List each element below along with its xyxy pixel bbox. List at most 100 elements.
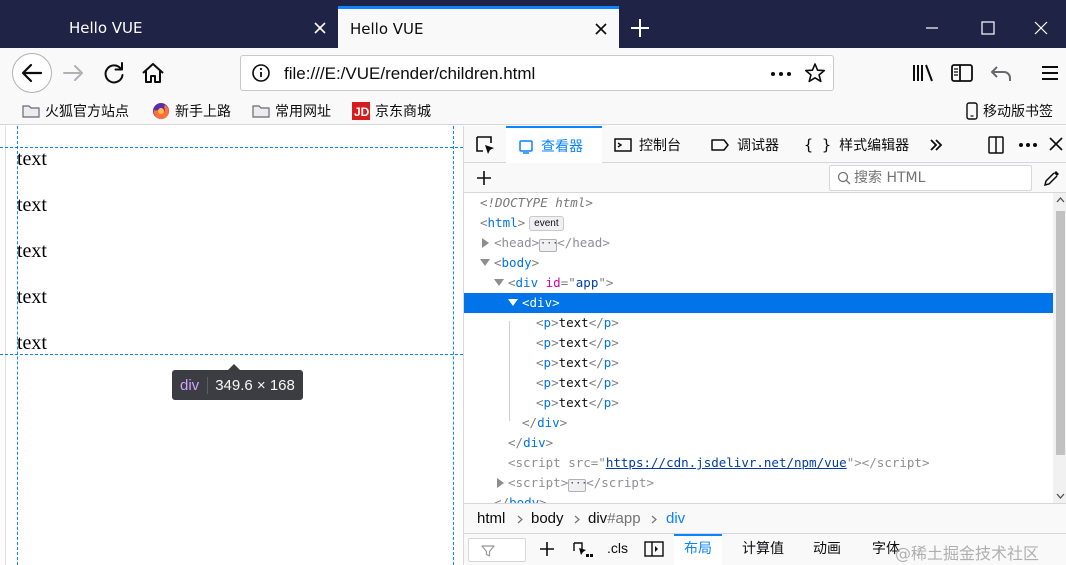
split-pane-icon[interactable] [644,540,664,558]
cls-button[interactable]: .cls [607,540,628,556]
reload-icon[interactable] [98,57,130,89]
more-tabs-button[interactable] [928,126,951,163]
bookmark-label: 京东商城 [375,104,431,120]
minimize-icon[interactable] [904,8,960,48]
collapsed-ellipsis[interactable]: ··· [568,479,587,492]
search-html-field[interactable] [829,165,1032,191]
window-close-icon[interactable] [1016,8,1066,48]
tree-node-doctype[interactable]: <!DOCTYPE html> [464,193,1053,213]
info-icon[interactable] [251,63,271,83]
tab-animations[interactable]: 动画 [803,534,851,565]
collapse-toggle[interactable] [494,279,504,286]
bookmark-item[interactable]: JD 京东商城 [352,101,431,121]
address-bar[interactable]: file:///E:/VUE/render/children.html [240,55,834,91]
paragraph-text: text [17,148,47,170]
undo-icon[interactable] [985,57,1017,89]
close-icon[interactable] [593,21,609,37]
url-text[interactable]: file:///E:/VUE/render/children.html [284,64,535,84]
breadcrumb-item-active[interactable]: div [666,510,685,527]
add-rule-icon[interactable] [538,540,556,558]
tab-inspector[interactable]: 查看器 [506,126,602,163]
tree-node-html[interactable]: <html> event [464,213,1053,233]
eyedropper-icon[interactable] [1042,168,1062,188]
event-badge[interactable]: event [529,216,564,231]
inspector-toolbar [464,163,1066,193]
tree-node-script[interactable]: <script>···</script> [464,473,1053,493]
new-tab-icon[interactable] [626,14,654,42]
tree-node-div-app-close[interactable]: </div> [464,433,1053,453]
forward-arrow-icon[interactable] [58,57,90,89]
dock-icon[interactable] [986,135,1006,155]
tree-node-p[interactable]: <p>text</p> [464,373,1053,393]
bookmark-item[interactable]: 火狐官方站点 [22,101,129,121]
chevron-right-icon [517,515,523,524]
tab-console[interactable]: 控制台 [614,126,681,163]
tree-node-head[interactable]: <head>···</head> [464,233,1053,253]
element-picker-icon[interactable] [474,134,496,156]
tab-inactive[interactable]: Hello VUE [57,8,338,48]
add-node-icon[interactable] [474,168,494,188]
markup-tree: <!DOCTYPE html> <html> event <head>···</h… [464,193,1053,503]
bookmark-label: 火狐官方站点 [45,104,129,120]
breadcrumb-item[interactable]: body [531,510,564,527]
tab-active[interactable]: Hello VUE [338,6,619,48]
rules-filter-field[interactable] [468,538,526,562]
tab-computed[interactable]: 计算值 [732,534,794,565]
node-infobar: div 349.6 × 168 [172,370,303,400]
script-src-link[interactable]: https://cdn.jsdelivr.net/npm/vue [606,455,847,470]
tree-node-p[interactable]: <p>text</p> [464,333,1053,353]
expand-toggle[interactable] [482,238,489,248]
tab-layout[interactable]: 布局 [674,534,722,565]
tab-debugger[interactable]: 调试器 [710,126,779,163]
bookmark-item[interactable]: 常用网址 [252,101,331,121]
tree-node-body[interactable]: <body> [464,253,1053,273]
more-options-icon[interactable] [1017,135,1039,155]
back-button[interactable] [12,53,52,93]
tab-label: 样式编辑器 [839,137,910,154]
double-chevron-icon [930,138,943,151]
tab-style-editor[interactable]: { } 样式编辑器 [804,126,909,163]
collapse-toggle[interactable] [508,299,518,306]
back-arrow-icon [21,63,43,83]
tree-node-script-src[interactable]: <script src="https://cdn.jsdelivr.net/np… [464,453,1053,473]
svg-text:JD: JD [354,105,370,119]
tree-node-div-selected[interactable]: <div> [464,293,1053,313]
scroll-up-icon[interactable] [1056,197,1065,203]
tree-node-div-app[interactable]: <div id="app"> [464,273,1053,293]
tab-title: Hello VUE [350,19,424,38]
scroll-down-icon[interactable] [1056,493,1065,499]
markup-scrollbar[interactable] [1053,193,1066,503]
close-icon[interactable] [312,20,328,36]
tree-node-div-close[interactable]: </div> [464,413,1053,433]
bookmark-label: 移动版书签 [983,104,1053,120]
collapse-toggle[interactable] [480,259,490,266]
pseudo-class-icon[interactable] [571,540,593,560]
expand-toggle[interactable] [497,478,504,488]
library-icon[interactable] [908,57,940,89]
browser-window: Hello VUE Hello VUE file:///E:/VUE/rende… [0,0,1066,565]
attr-value: app [575,275,599,290]
tree-node-body-close[interactable]: </body> [464,493,1053,503]
close-icon[interactable] [1048,136,1064,152]
scrollbar-thumb[interactable] [1056,211,1065,455]
maximize-icon[interactable] [960,8,1016,48]
doctype-text: <!DOCTYPE html> [480,195,593,210]
node-text: text [558,355,589,370]
bookmark-star-icon[interactable] [804,62,826,84]
home-icon[interactable] [137,57,169,89]
braces-icon: { } [804,135,832,154]
bookmark-item[interactable]: 新手上路 [152,101,231,121]
sidebar-icon[interactable] [946,57,978,89]
tree-node-p[interactable]: <p>text</p> [464,313,1053,333]
paragraph-text: text [17,332,47,354]
breadcrumb-item[interactable]: div#app [588,510,641,527]
more-actions-icon[interactable] [769,64,793,84]
tree-node-p[interactable]: <p>text</p> [464,393,1053,413]
tree-node-p[interactable]: <p>text</p> [464,353,1053,373]
search-html-input[interactable] [854,168,1026,188]
hamburger-menu-icon[interactable] [1034,57,1066,89]
breadcrumb-item[interactable]: html [477,510,505,527]
firefox-icon [153,103,169,120]
bookmark-item[interactable]: 移动版书签 [966,101,1053,121]
collapsed-ellipsis[interactable]: ··· [539,239,558,252]
